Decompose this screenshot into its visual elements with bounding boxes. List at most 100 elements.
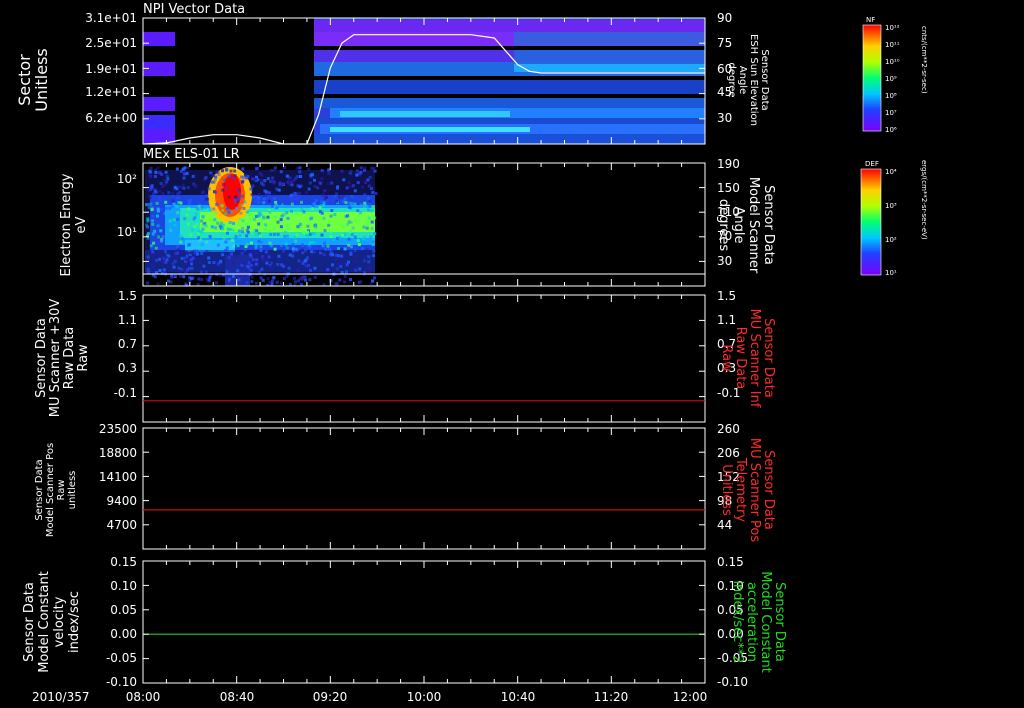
els-pixel [149, 166, 153, 170]
els-pixel [201, 267, 205, 271]
els-pixel [245, 176, 249, 180]
els-pixel [205, 197, 209, 201]
els-pixel [362, 203, 366, 207]
els-pixel [174, 258, 178, 262]
els-pixel [322, 204, 326, 208]
els-pixel [356, 239, 360, 243]
els-spectrogram [145, 166, 378, 286]
svg-text:Electron Energy: Electron Energy [59, 173, 74, 276]
svg-text:Raw: Raw [76, 344, 91, 372]
els-pixel [299, 175, 302, 178]
els-pixel [298, 185, 301, 189]
els-pixel [330, 209, 334, 212]
els-pixel [162, 178, 166, 182]
voltage-ytick-right: 1.1 [717, 313, 736, 327]
els-pixel [272, 182, 276, 186]
svg-text:index/sec**2: index/sec**2 [730, 580, 745, 663]
els-pixel [226, 256, 230, 260]
els-pixel [198, 226, 202, 230]
els-pixel [363, 235, 366, 239]
els-pixel [171, 262, 175, 266]
els-pixel [151, 222, 155, 226]
els-pixel [291, 198, 295, 202]
els-pixel [159, 208, 163, 211]
els-pixel [308, 181, 312, 185]
els-pixel [349, 251, 353, 255]
els-pixel [228, 221, 232, 224]
els-pixel [213, 218, 217, 222]
svg-text:10¹: 10¹ [885, 269, 897, 277]
els-pixel [327, 171, 331, 175]
els-pixel [190, 251, 194, 255]
els-pixel [350, 194, 354, 198]
els-pixel [323, 241, 326, 245]
els-pixel [149, 244, 153, 248]
els-pixel [225, 246, 229, 250]
els-pixel [349, 277, 352, 281]
npi-ytick-left: 3.1e+01 [85, 11, 137, 25]
vel-ylabel-right: Sensor Data Model Constant acceleration … [730, 571, 787, 673]
els-pixel [363, 166, 367, 170]
els-pixel [257, 193, 261, 196]
voltage-ytick-left: 1.1 [118, 313, 137, 327]
els-pixel [197, 207, 201, 211]
els-pixel [294, 280, 297, 284]
els-pixel [284, 242, 288, 246]
els-pixel [351, 226, 355, 230]
svg-text:Telemetry: Telemetry [733, 457, 748, 522]
els-pixel [152, 270, 155, 274]
els-pixel [262, 201, 266, 205]
els-pixel [330, 249, 334, 253]
svg-text:Unitless: Unitless [719, 464, 734, 516]
els-pixel [171, 217, 175, 221]
els-pixel [298, 166, 301, 170]
els-pixel [238, 234, 242, 237]
els-pixel [365, 265, 369, 269]
els-pixel [335, 267, 339, 271]
els-pixel [323, 229, 327, 232]
els-pixel [221, 169, 224, 173]
els-pixel [201, 214, 205, 218]
els-pixel [346, 223, 350, 226]
els-pixel [200, 206, 204, 210]
x-axis: 2010/357 08:00 08:40 09:20 10:00 10:40 1… [32, 690, 707, 704]
els-pixel [175, 167, 179, 171]
els-pixel [172, 202, 176, 206]
panel-npi-title: NPI Vector Data [143, 2, 245, 17]
els-pixel [283, 234, 287, 238]
els-pixel [291, 254, 295, 258]
els-pixel [290, 209, 293, 213]
els-pixel [221, 188, 225, 192]
els-pixel [168, 219, 172, 223]
els-pixel [263, 189, 267, 193]
els-pixel [344, 201, 348, 205]
panel-scanner-voltage-axes [142, 294, 706, 423]
els-pixel [230, 238, 234, 242]
els-pixel [165, 258, 169, 262]
svg-text:Model Constant: Model Constant [758, 571, 773, 673]
els-pixel [212, 207, 216, 211]
els-pixel [147, 203, 150, 207]
els-pixel [272, 196, 276, 200]
els-pixel [205, 276, 209, 280]
els-pixel [145, 281, 149, 285]
els-pixel [241, 261, 245, 265]
els-pixel [312, 202, 316, 206]
els-pixel [279, 218, 283, 222]
els-pixel [204, 270, 208, 274]
els-pixel [215, 281, 218, 285]
els-pixel [337, 262, 341, 266]
els-pixel [266, 277, 270, 281]
els-pixel [356, 209, 360, 213]
els-pixel [300, 248, 304, 252]
els-pixel [310, 250, 313, 254]
voltage-ytick-left: 1.5 [118, 289, 137, 303]
els-pixel [367, 260, 371, 264]
els-pixel [349, 230, 352, 234]
els-pixel [204, 176, 208, 180]
els-pixel [194, 184, 198, 188]
els-pixel [153, 175, 157, 178]
x-tick-label: 08:00 [126, 690, 161, 704]
els-pixel [146, 255, 150, 259]
els-pixel [173, 185, 177, 189]
